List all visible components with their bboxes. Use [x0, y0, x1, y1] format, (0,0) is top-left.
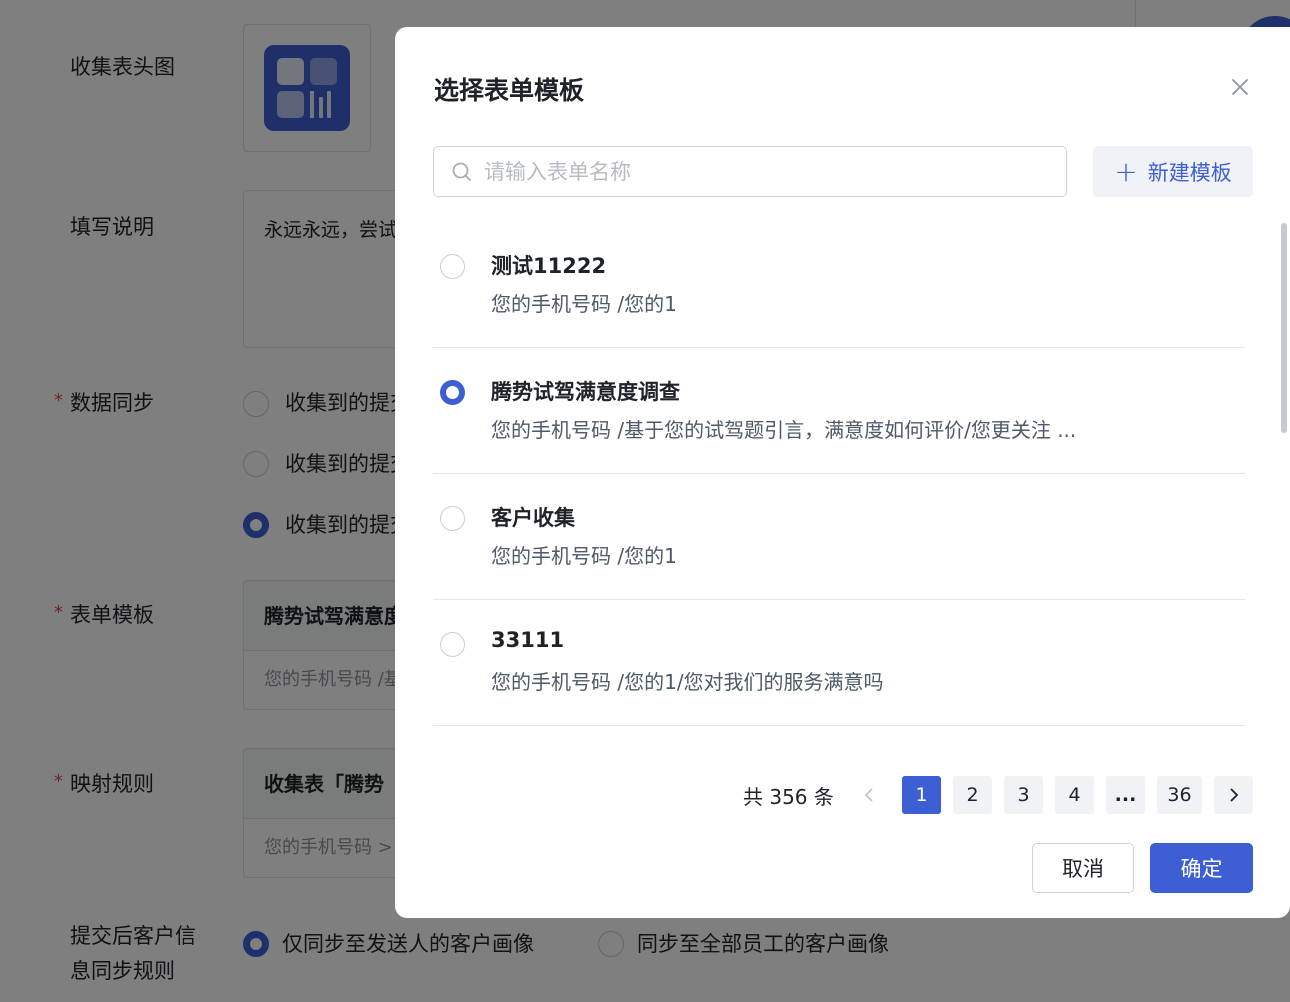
page-36-button[interactable]: 36: [1157, 776, 1202, 814]
template-item[interactable]: 腾势试驾满意度调查 您的手机号码 /基于您的试驾题引言，满意度如何评价/您更关注…: [433, 348, 1245, 474]
pagination: 共 356 条 1 2 3 4 ... 36: [395, 776, 1290, 814]
list-scrollbar[interactable]: [1281, 223, 1287, 433]
template-item[interactable]: 测试11222 您的手机号码 /您的1: [433, 222, 1245, 348]
template-radio[interactable]: [440, 254, 465, 279]
select-template-dialog: 选择表单模板 + 新建模板 测试11222 您的手机号码 /您的1 腾势试驾满意…: [395, 27, 1290, 918]
template-fields: 您的手机号码 /您的1: [491, 544, 677, 568]
template-fields: 您的手机号码 /您的1/您对我们的服务满意吗: [491, 670, 884, 694]
template-list: 测试11222 您的手机号码 /您的1 腾势试驾满意度调查 您的手机号码 /基于…: [433, 222, 1245, 726]
template-fields: 您的手机号码 /基于您的试驾题引言，满意度如何评价/您更关注 ...: [491, 418, 1077, 442]
search-input[interactable]: [484, 155, 1044, 189]
page-4-button[interactable]: 4: [1055, 776, 1094, 814]
cancel-button[interactable]: 取消: [1032, 843, 1134, 893]
page-ellipsis[interactable]: ...: [1106, 776, 1145, 814]
new-template-button[interactable]: + 新建模板: [1093, 146, 1253, 197]
template-radio[interactable]: [440, 380, 465, 405]
chevron-left-icon[interactable]: [854, 776, 884, 814]
template-radio[interactable]: [440, 632, 465, 657]
template-fields: 您的手机号码 /您的1: [491, 292, 677, 316]
search-icon: [452, 162, 471, 181]
template-name: 客户收集: [491, 506, 575, 530]
template-name: 33111: [491, 628, 565, 652]
template-name: 测试11222: [491, 254, 607, 278]
page-3-button[interactable]: 3: [1004, 776, 1043, 814]
plus-icon: +: [1114, 154, 1138, 188]
new-template-label: 新建模板: [1147, 160, 1232, 185]
template-item[interactable]: 33111 您的手机号码 /您的1/您对我们的服务满意吗: [433, 600, 1245, 726]
close-icon[interactable]: [1228, 75, 1252, 99]
pagination-total: 共 356 条: [743, 785, 834, 809]
template-name: 腾势试驾满意度调查: [491, 380, 680, 404]
search-box[interactable]: [433, 146, 1067, 197]
chevron-right-icon[interactable]: [1214, 776, 1253, 814]
template-item[interactable]: 客户收集 您的手机号码 /您的1: [433, 474, 1245, 600]
confirm-button[interactable]: 确定: [1150, 843, 1253, 893]
dialog-title: 选择表单模板: [434, 76, 585, 105]
page-1-button[interactable]: 1: [902, 776, 941, 814]
page-2-button[interactable]: 2: [953, 776, 992, 814]
template-radio[interactable]: [440, 506, 465, 531]
